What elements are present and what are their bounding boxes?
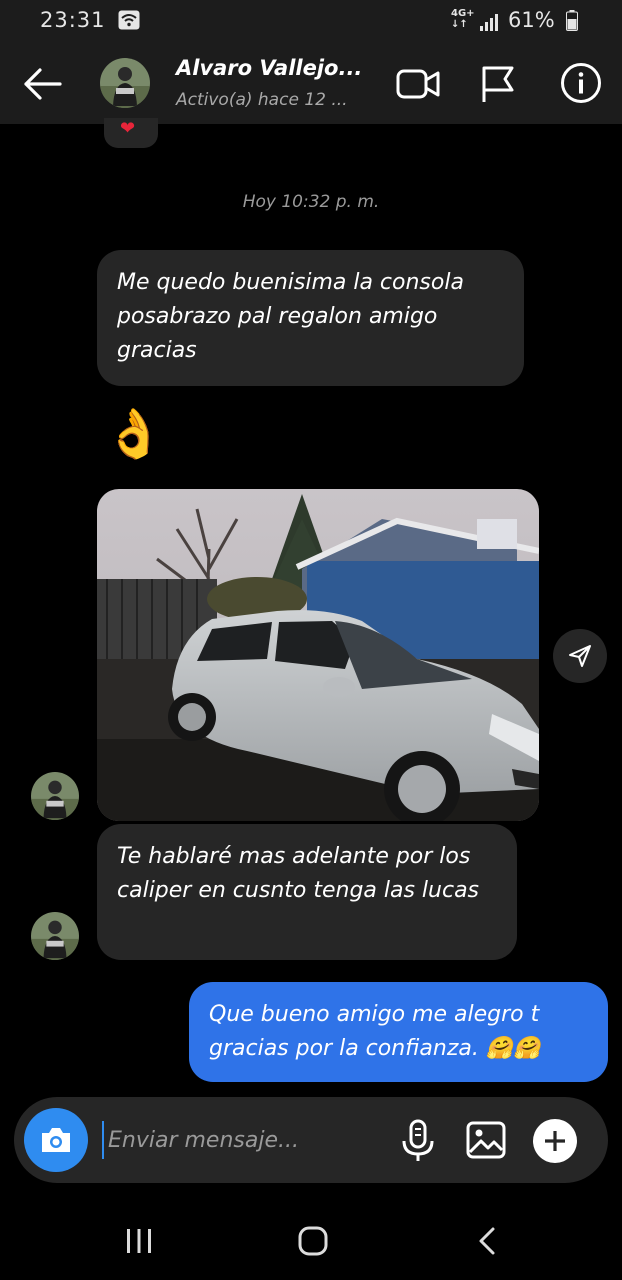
gallery-icon[interactable] — [466, 1121, 506, 1159]
ok-hand-emoji-message[interactable]: 👌 — [104, 404, 164, 464]
heart-reaction[interactable]: ❤ — [104, 118, 158, 148]
network-label: 4G+ — [451, 8, 475, 19]
camera-icon — [42, 1128, 70, 1152]
incoming-message[interactable]: Te hablaré mas adelante por los caliper … — [97, 824, 517, 960]
message-input[interactable] — [102, 1121, 382, 1159]
battery-icon — [566, 10, 578, 31]
share-button[interactable] — [553, 629, 607, 683]
chat-header: Alvaro Vallejo... Activo(a) hace 12 ... — [0, 44, 622, 124]
contact-avatar-small[interactable] — [31, 772, 79, 820]
status-bar: 23:31 4G+ ↓↑ 61% — [0, 0, 622, 44]
signal-icon — [480, 14, 498, 31]
contact-avatar-small[interactable] — [31, 912, 79, 960]
message-composer — [14, 1097, 608, 1183]
camera-button[interactable] — [24, 1108, 88, 1172]
system-navigation-bar — [0, 1200, 622, 1280]
battery-percent: 61% — [508, 8, 555, 32]
outgoing-message[interactable]: Que bueno amigo me alegro t gracias por … — [189, 982, 608, 1082]
video-call-icon[interactable] — [396, 64, 440, 104]
home-icon[interactable] — [298, 1226, 328, 1256]
contact-name[interactable]: Alvaro Vallejo... — [176, 56, 362, 80]
heart-reaction-emoji: ❤ — [120, 118, 136, 139]
incoming-message[interactable]: Me quedo buenisima la consola posabrazo … — [97, 250, 524, 386]
flag-icon[interactable] — [478, 64, 518, 104]
status-time: 23:31 — [40, 8, 106, 32]
network-arrows: ↓↑ — [451, 19, 468, 30]
recent-apps-icon[interactable] — [124, 1228, 154, 1254]
send-arrow-icon — [569, 645, 591, 667]
nav-back-icon[interactable] — [476, 1226, 498, 1256]
car-photo — [97, 489, 539, 821]
contact-status: Activo(a) hace 12 ... — [176, 90, 348, 110]
network-type: 4G+ ↓↑ — [451, 8, 475, 30]
photo-message[interactable] — [97, 489, 539, 821]
microphone-icon[interactable] — [400, 1119, 436, 1163]
plus-icon — [545, 1131, 565, 1151]
back-arrow-icon[interactable] — [20, 64, 64, 104]
wifi-icon — [118, 10, 140, 30]
add-button[interactable] — [533, 1119, 577, 1163]
contact-avatar[interactable] — [100, 58, 150, 108]
chat-timestamp: Hoy 10:32 p. m. — [242, 192, 380, 212]
info-icon[interactable] — [560, 62, 602, 104]
